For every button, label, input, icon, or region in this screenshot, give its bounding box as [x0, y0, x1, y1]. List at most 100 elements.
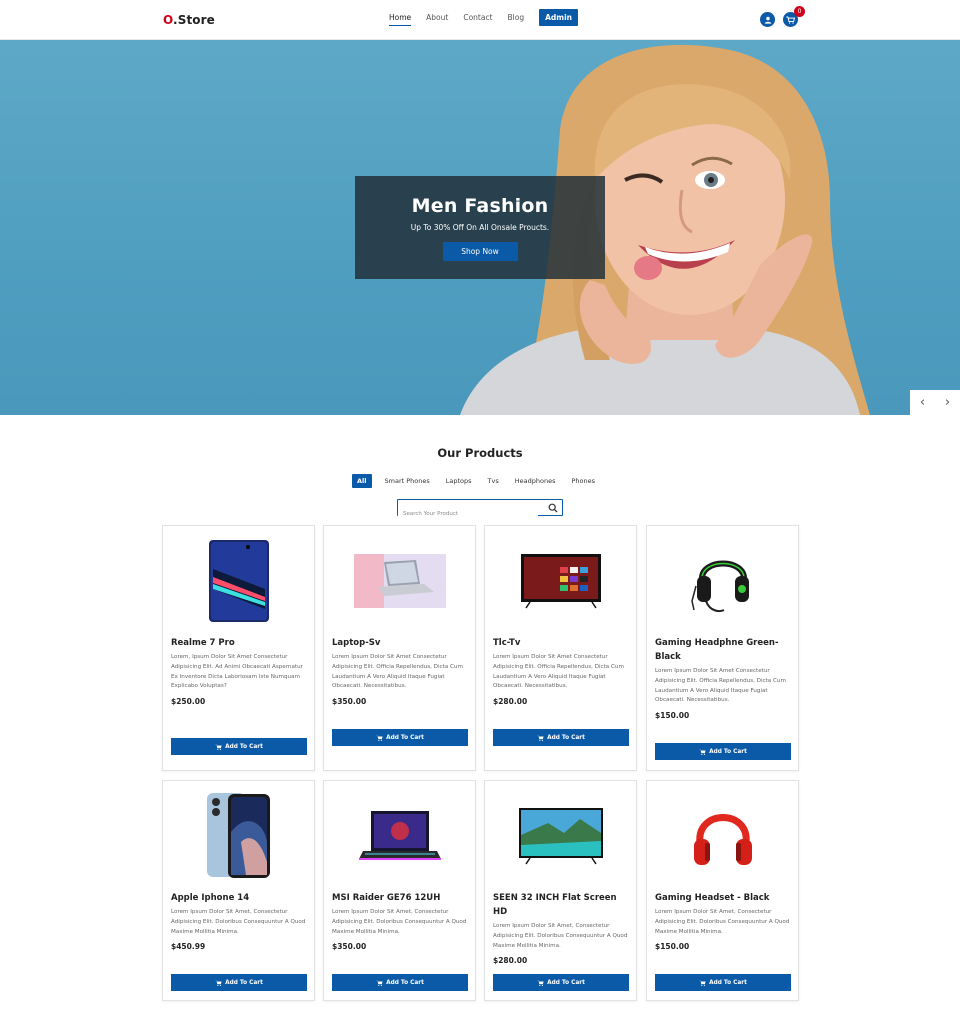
cart-icon [215, 744, 222, 750]
cart-icon [537, 980, 544, 986]
add-to-cart-button[interactable]: Add To Cart [332, 729, 468, 746]
product-description: Lorem, Ipsum Dolor Sit Amet Consectetur … [171, 654, 303, 690]
phone-icon [208, 540, 269, 622]
product-card: Gaming Headset - Black Lorem Ipsum Dolor… [646, 780, 799, 1001]
product-card: Apple Iphone 14 Lorem Ipsum Dolor Sit Am… [162, 780, 315, 1001]
product-description: Lorem Ipsum Dolor Sit Amet Consectetur A… [655, 668, 786, 704]
add-to-cart-button[interactable]: Add To Cart [171, 974, 307, 991]
search-box [397, 499, 563, 522]
product-price: $350.00 [332, 697, 367, 707]
product-price: $150.00 [655, 711, 690, 721]
admin-button[interactable]: Admin [539, 9, 579, 26]
add-to-cart-label: Add To Cart [709, 979, 747, 986]
cart-icon [376, 980, 383, 986]
carousel-controls: ‹ › [910, 390, 960, 415]
logo-o: O [163, 13, 174, 27]
product-card: Laptop-Sv Lorem Ipsum Dolor Sit Amet Con… [323, 525, 476, 771]
flat-tv-icon [518, 808, 603, 865]
product-price: $250.00 [171, 697, 206, 707]
product-card: Tlc-Tv Lorem Ipsum Dolor Sit Amet Consec… [484, 525, 637, 771]
product-name[interactable]: MSI Raider GE76 12UH [332, 891, 467, 905]
product-price: $280.00 [493, 956, 528, 966]
headset-icon [690, 560, 749, 612]
chevron-left-icon[interactable]: ‹ [910, 390, 935, 415]
product-card: SEEN 32 INCH Flat Screen HD Lorem Ipsum … [484, 780, 637, 1001]
add-to-cart-label: Add To Cart [225, 979, 263, 986]
add-to-cart-label: Add To Cart [709, 748, 747, 755]
add-to-cart-label: Add To Cart [547, 734, 585, 741]
hero-title: Men Fashion [411, 195, 549, 217]
product-description: Lorem Ipsum Dolor Sit Amet, Consectetur … [493, 923, 628, 949]
product-name[interactable]: Realme 7 Pro [171, 636, 306, 650]
nav-link-home[interactable]: Home [389, 13, 412, 26]
shop-now-button[interactable]: Shop Now [442, 242, 518, 261]
hero-caption-box: Men Fashion Up To 30% Off On All Onsale … [355, 176, 605, 279]
product-name[interactable]: Laptop-Sv [332, 636, 467, 650]
filter-tvs[interactable]: Tvs [488, 477, 499, 485]
product-image [163, 526, 314, 636]
cart-icon [537, 735, 544, 741]
chevron-right-icon[interactable]: › [935, 390, 960, 415]
nav-link-contact[interactable]: Contact [463, 13, 492, 25]
category-filters: All Smart Phones Laptops Tvs Headphones … [352, 474, 611, 488]
nav-links: Home About Contact Blog Admin [389, 9, 579, 26]
product-name[interactable]: SEEN 32 INCH Flat Screen HD [493, 891, 628, 919]
nav-link-about[interactable]: About [426, 13, 448, 25]
cart-count-badge: 0 [794, 6, 805, 17]
product-image [647, 526, 798, 636]
product-image [324, 781, 475, 891]
cart-icon [376, 735, 383, 741]
filter-laptops[interactable]: Laptops [446, 477, 472, 485]
add-to-cart-label: Add To Cart [225, 743, 263, 750]
cart-icon [699, 749, 706, 755]
filter-smart-phones[interactable]: Smart Phones [385, 477, 430, 485]
hero-subtitle: Up To 30% Off On All Onsale Proucts. [410, 223, 550, 232]
laptop-icon [353, 554, 446, 608]
filter-all[interactable]: All [352, 474, 372, 488]
product-card: Gaming Headphne Green-Black Lorem Ipsum … [646, 525, 799, 771]
product-name[interactable]: Gaming Headphne Green-Black [655, 636, 790, 664]
product-name[interactable]: Apple Iphone 14 [171, 891, 306, 905]
add-to-cart-label: Add To Cart [386, 979, 424, 986]
logo-text: .Store [173, 13, 215, 27]
product-image [324, 526, 475, 636]
add-to-cart-button[interactable]: Add To Cart [655, 974, 791, 991]
user-icon[interactable] [760, 12, 775, 27]
add-to-cart-label: Add To Cart [386, 734, 424, 741]
add-to-cart-button[interactable]: Add To Cart [493, 974, 629, 991]
tv-icon [520, 554, 601, 609]
iphone-icon [206, 793, 270, 878]
product-description: Lorem Ipsum Dolor Sit Amet Consectetur A… [332, 654, 463, 690]
navbar: O.Store Home About Contact Blog Admin 0 [0, 0, 960, 40]
cart-icon [699, 980, 706, 986]
nav-link-blog[interactable]: Blog [508, 13, 525, 25]
product-price: $280.00 [493, 697, 528, 707]
filter-headphones[interactable]: Headphones [515, 477, 556, 485]
search-icon[interactable] [548, 503, 558, 513]
add-to-cart-button[interactable]: Add To Cart [171, 738, 307, 755]
add-to-cart-button[interactable]: Add To Cart [493, 729, 629, 746]
add-to-cart-label: Add To Cart [547, 979, 585, 986]
logo[interactable]: O.Store [163, 13, 215, 27]
hero-banner: Men Fashion Up To 30% Off On All Onsale … [0, 40, 960, 415]
product-name[interactable]: Tlc-Tv [493, 636, 628, 650]
product-description: Lorem Ipsum Dolor Sit Amet, Consectetur … [171, 909, 306, 935]
product-description: Lorem Ipsum Dolor Sit Amet Consectetur A… [493, 654, 624, 690]
filter-phones[interactable]: Phones [571, 477, 595, 485]
product-name[interactable]: Gaming Headset - Black [655, 891, 790, 905]
product-image [647, 781, 798, 891]
cart-icon [215, 980, 222, 986]
product-price: $450.99 [171, 942, 206, 952]
product-price: $350.00 [332, 942, 367, 952]
add-to-cart-button[interactable]: Add To Cart [655, 743, 791, 760]
product-description: Lorem Ipsum Dolor Sit Amet, Consectetur … [332, 909, 467, 935]
product-image [485, 526, 636, 636]
product-description: Lorem Ipsum Dolor Sit Amet, Consectetur … [655, 909, 790, 935]
gaming-laptop-icon [358, 811, 441, 860]
add-to-cart-button[interactable]: Add To Cart [332, 974, 468, 991]
product-price: $150.00 [655, 942, 690, 952]
search-input[interactable] [398, 506, 538, 522]
product-card: MSI Raider GE76 12UH Lorem Ipsum Dolor S… [323, 780, 476, 1001]
section-title: Our Products [437, 446, 523, 460]
product-image [163, 781, 314, 891]
